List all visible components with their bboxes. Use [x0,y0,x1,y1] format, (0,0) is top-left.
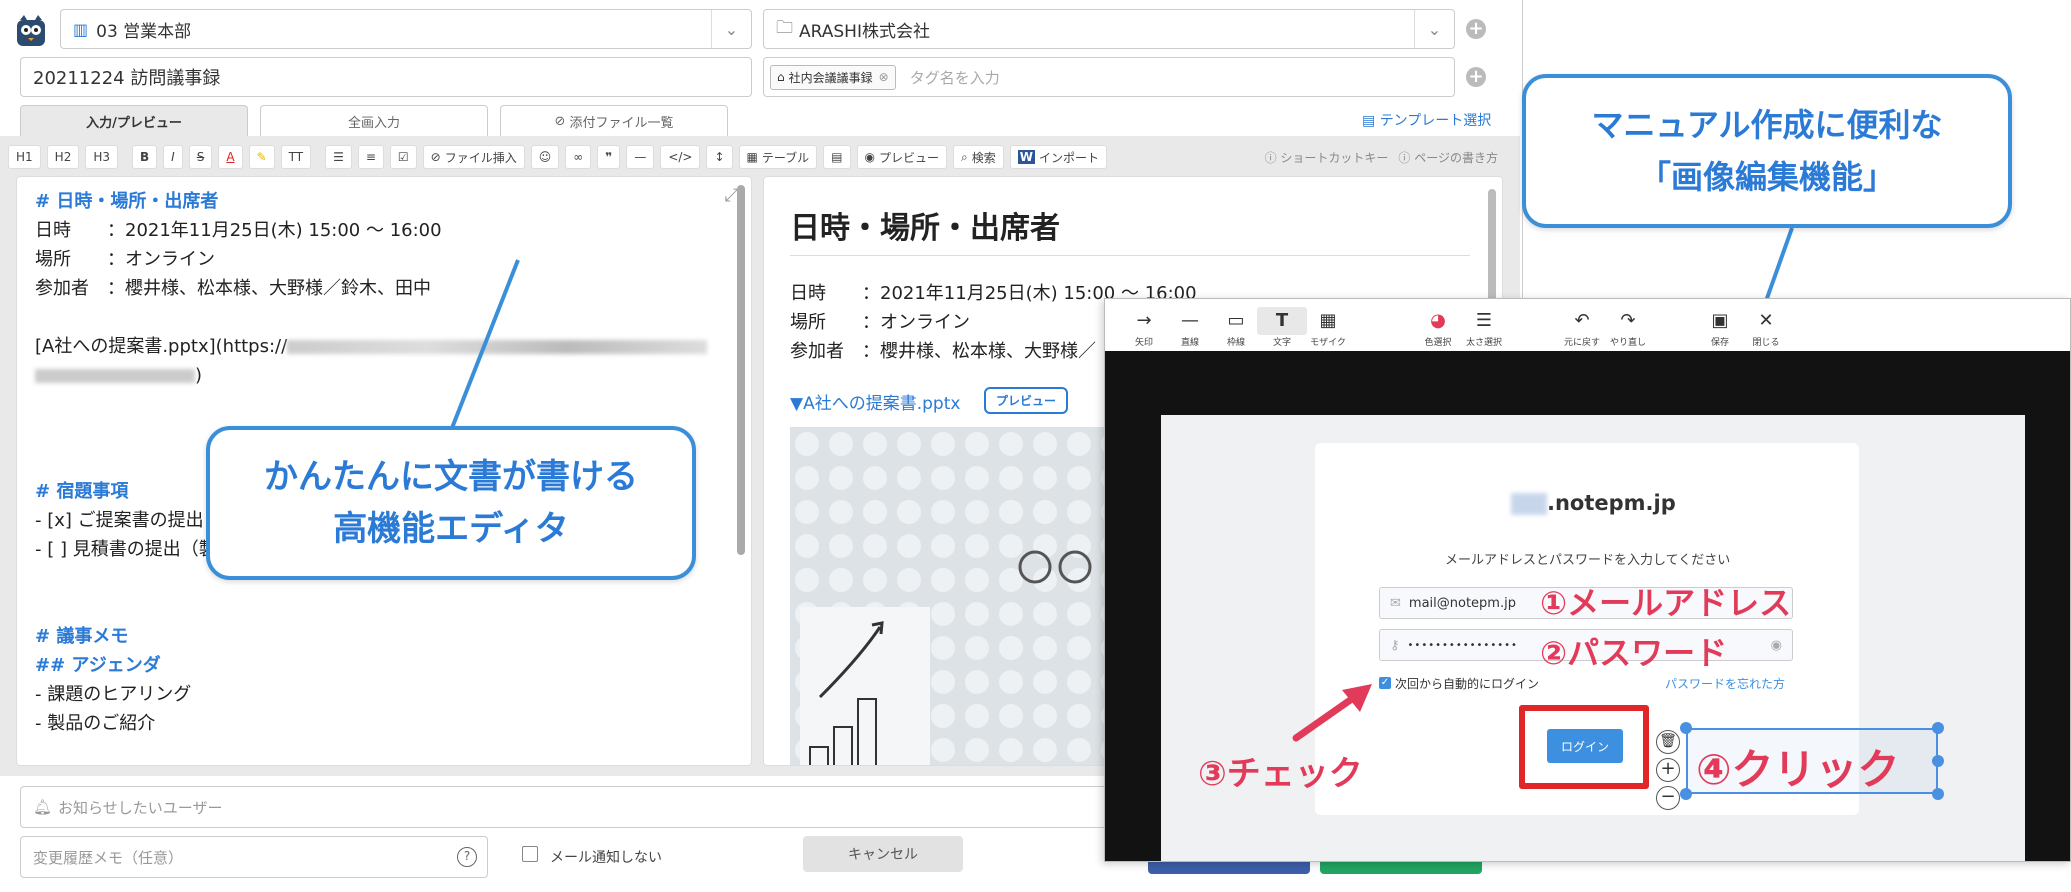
zoom-in-icon[interactable]: + [1656,758,1680,782]
text-icon: T [1257,307,1307,335]
forgot-password-link[interactable]: パスワードを忘れた方 [1665,675,1785,692]
mail-icon: ✉ [1390,595,1401,611]
image-tool-line[interactable]: — 直線 [1165,307,1215,348]
image-tool-close[interactable]: ✕ 閉じる [1741,307,1791,348]
save-icon: ▣ [1711,310,1729,331]
close-icon: ✕ [1758,310,1774,331]
image-feature-callout: マニュアル作成に便利な 「画像編集機能」 [1522,74,2012,228]
label-password: ②パスワード [1540,634,1728,672]
red-arrow-icon [1292,684,1372,742]
resize-handle-bl[interactable] [1680,788,1692,800]
selected-text-box[interactable]: ④クリック [1686,728,1938,794]
image-tool-undo[interactable]: ↶ 元に戻す [1557,307,1607,348]
editor-callout-line1: かんたんに文書が書ける [264,457,638,497]
mosaic-icon: ▦ [1319,310,1337,331]
remember-label: 次回から自動的にログイン [1395,677,1540,691]
remember-checkbox[interactable]: ✓ [1379,677,1391,689]
blurred-subdomain [1511,493,1547,515]
rectangle-icon: ▭ [1227,310,1245,331]
resize-handle-tr[interactable] [1932,722,1944,734]
image-tool-arrow[interactable]: → 矢印 [1119,307,1169,348]
resize-handle-mr[interactable] [1932,755,1944,767]
redo-icon: ↷ [1620,310,1636,331]
line-width-icon: ☰ [1475,310,1493,331]
image-tool-color[interactable]: ◕ 色選択 [1413,307,1463,348]
palette-icon: ◕ [1430,310,1446,331]
image-tool-save[interactable]: ▣ 保存 [1695,307,1745,348]
zoom-out-icon[interactable]: − [1656,786,1680,810]
delete-icon[interactable]: 🗑︎ [1656,730,1680,754]
login-instruction: メールアドレスとパスワードを入力してください [1445,553,1731,568]
label-click: ④クリック [1696,745,1900,794]
eye-icon[interactable]: ◉ [1771,638,1782,653]
label-check: ③チェック [1198,754,1363,794]
domain-text: .notepm.jp [1511,491,1676,515]
editor-feature-callout: かんたんに文書が書ける 高機能エディタ [206,426,696,580]
arrow-icon: → [1136,310,1152,331]
image-tool-width[interactable]: ☰ 太さ選択 [1459,307,1509,348]
label-email: ①メールアドレス [1540,584,1792,622]
image-callout-line2: 「画像編集機能」 [1638,158,1895,196]
login-button[interactable]: ログイン [1547,729,1623,763]
image-tool-mosaic[interactable]: ▦ モザイク [1303,307,1353,348]
resize-handle-br[interactable] [1932,788,1944,800]
editor-callout-line2: 高機能エディタ [333,509,569,549]
image-tool-redo[interactable]: ↷ やり直し [1603,307,1653,348]
image-tool-rect[interactable]: ▭ 枠線 [1211,307,1261,348]
line-icon: — [1181,310,1199,331]
resize-handle-tl[interactable] [1680,722,1692,734]
image-tool-text[interactable]: T 文字 [1257,307,1307,348]
key-icon: ⚷ [1390,637,1400,653]
undo-icon: ↶ [1574,310,1590,331]
image-callout-line1: マニュアル作成に便利な [1591,106,1943,144]
